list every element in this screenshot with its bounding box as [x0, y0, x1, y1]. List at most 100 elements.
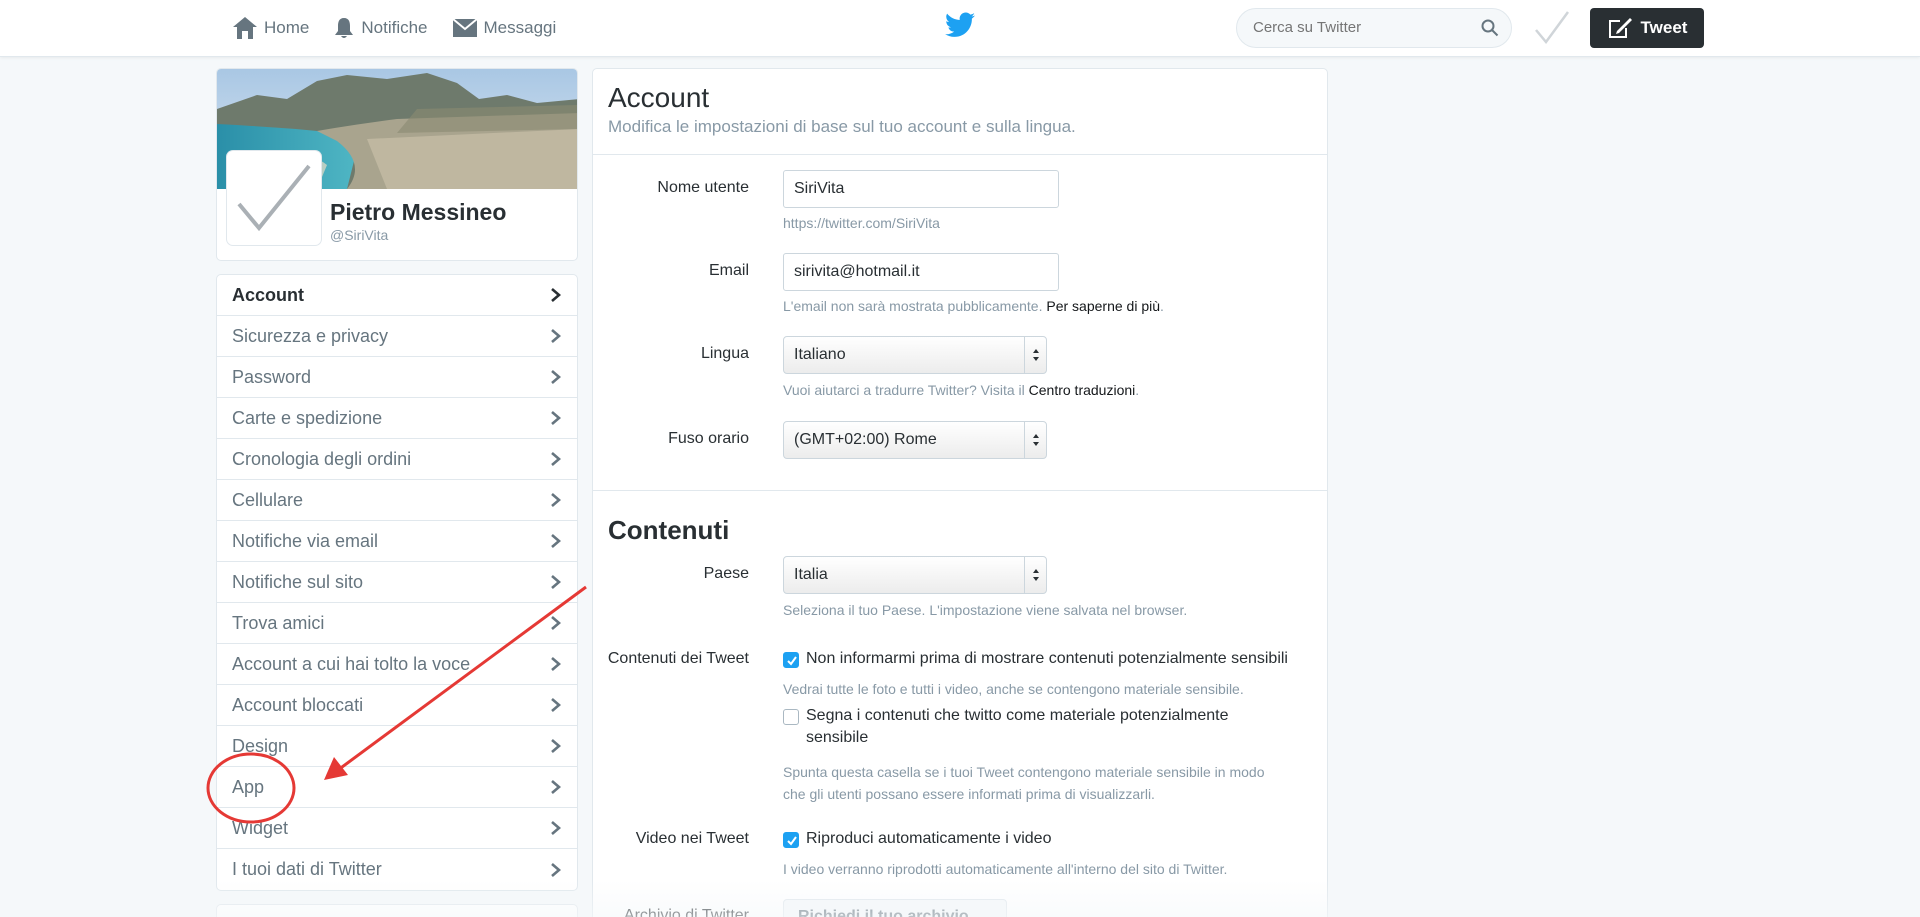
checkmark-avatar-icon — [237, 164, 311, 232]
chevron-right-icon — [551, 780, 561, 794]
menu-item-muted-accounts[interactable]: Account a cui hai tolto la voce — [217, 644, 577, 685]
menu-item-account[interactable]: Account — [217, 275, 577, 316]
chevron-right-icon — [551, 493, 561, 507]
autoplay-video-label[interactable]: Riproduci automaticamente i video — [806, 828, 1051, 850]
language-hint-end: . — [1135, 382, 1140, 398]
chevron-right-icon — [551, 534, 561, 548]
nav-home-label: Home — [264, 18, 310, 37]
compose-icon — [1608, 18, 1632, 38]
select-arrows-icon — [1024, 557, 1046, 593]
menu-item-apps[interactable]: App — [217, 767, 577, 808]
profile-handle[interactable]: @SiriVita — [330, 227, 388, 243]
account-settings-panel: Account Modifica le impostazioni di base… — [592, 68, 1328, 917]
profile-avatar[interactable] — [227, 151, 321, 245]
mark-sensitive-label[interactable]: Segna i contenuti che twitto come materi… — [806, 705, 1228, 749]
home-icon — [233, 17, 257, 39]
menu-item-label: App — [232, 776, 265, 797]
language-select[interactable]: Italiano — [783, 336, 1047, 374]
menu-item-cards-shipping[interactable]: Carte e spedizione — [217, 398, 577, 439]
envelope-icon — [451, 18, 478, 37]
sidebar-footer-card — [216, 904, 578, 917]
content-section-title: Contenuti — [608, 515, 730, 545]
learn-more-link[interactable]: Per saperne di più — [1046, 298, 1160, 314]
username-input[interactable] — [783, 170, 1059, 208]
menu-item-label: Design — [232, 735, 289, 756]
menu-item-your-twitter-data[interactable]: I tuoi dati di Twitter — [217, 849, 577, 890]
timezone-select[interactable]: (GMT+02:00) Rome — [783, 421, 1047, 459]
menu-item-label: I tuoi dati di Twitter — [232, 859, 382, 879]
nav-home[interactable]: Home — [232, 12, 309, 44]
chevron-right-icon — [551, 452, 561, 466]
archive-label: Archivio di Twitter — [623, 907, 749, 917]
profile-card[interactable]: Pietro Messineo @SiriVita — [216, 68, 578, 261]
sensitive-media-hint: Vedrai tutte le foto e tutti i video, an… — [783, 681, 1244, 697]
country-select[interactable]: Italia — [783, 556, 1047, 594]
menu-item-web-notifications[interactable]: Notifiche sul sito — [217, 562, 577, 603]
tweet-button[interactable]: Tweet — [1590, 8, 1704, 48]
menu-item-label: Carte e spedizione — [232, 407, 383, 428]
chevron-right-icon — [551, 739, 561, 753]
chevron-right-icon — [551, 329, 561, 343]
mark-sensitive-label-line1: Segna i contenuti che twitto come materi… — [806, 707, 1229, 724]
mark-sensitive-label-line2: sensibile — [806, 729, 869, 746]
nav-avatar[interactable] — [1533, 10, 1571, 51]
menu-item-widgets[interactable]: Widget — [217, 808, 577, 849]
country-label: Paese — [703, 565, 749, 582]
section-divider — [593, 490, 1327, 491]
language-selected-value: Italiano — [794, 346, 846, 363]
menu-item-find-friends[interactable]: Trova amici — [217, 603, 577, 644]
menu-item-order-history[interactable]: Cronologia degli ordini — [217, 439, 577, 480]
sensitive-media-label[interactable]: Non informarmi prima di mostrare contenu… — [806, 648, 1288, 670]
timezone-selected-value: (GMT+02:00) Rome — [794, 431, 937, 448]
menu-item-label: Notifiche via email — [232, 530, 379, 551]
top-navigation-bar: Home Notifiche Messaggi Tweet — [0, 0, 1920, 57]
autoplay-video-checkbox[interactable] — [783, 832, 799, 848]
chevron-right-icon — [551, 288, 561, 302]
nav-notifications[interactable]: Notifiche — [333, 12, 428, 44]
panel-header: Account Modifica le impostazioni di base… — [593, 69, 1327, 155]
video-label: Video nei Tweet — [635, 830, 749, 847]
settings-menu: Account Sicurezza e privacy Password Car… — [216, 274, 578, 891]
email-input[interactable] — [783, 253, 1059, 291]
nav-messages[interactable]: Messaggi — [451, 12, 557, 44]
sensitive-media-checkbox[interactable] — [783, 652, 799, 668]
email-label: Email — [708, 262, 749, 279]
tweet-button-label: Tweet — [1640, 18, 1688, 37]
request-archive-button[interactable]: Richiedi il tuo archivio — [783, 899, 1007, 917]
checkmark-avatar-icon — [1535, 11, 1570, 45]
menu-item-mobile[interactable]: Cellulare — [217, 480, 577, 521]
menu-item-design[interactable]: Design — [217, 726, 577, 767]
country-selected-value: Italia — [794, 566, 828, 583]
bell-icon — [335, 18, 354, 38]
search-input[interactable] — [1253, 19, 1473, 36]
timezone-label: Fuso orario — [668, 430, 749, 447]
username-hint: https://twitter.com/SiriVita — [783, 215, 940, 231]
chevron-right-icon — [551, 370, 561, 384]
profile-name[interactable]: Pietro Messineo — [330, 199, 506, 226]
search-box[interactable] — [1236, 8, 1512, 48]
translation-center-link[interactable]: Centro traduzioni — [1029, 382, 1136, 398]
mark-sensitive-hint: Spunta questa casella se i tuoi Tweet co… — [783, 761, 1265, 805]
chevron-right-icon — [551, 575, 561, 589]
menu-item-email-notifications[interactable]: Notifiche via email — [217, 521, 577, 562]
mark-sensitive-hint-line1: Spunta questa casella se i tuoi Tweet co… — [783, 764, 1265, 780]
chevron-right-icon — [551, 411, 561, 425]
menu-item-security-privacy[interactable]: Sicurezza e privacy — [217, 316, 577, 357]
search-icon[interactable] — [1481, 19, 1499, 37]
email-hint-text: L'email non sarà mostrata pubblicamente. — [783, 298, 1043, 314]
page-title: Account — [608, 82, 710, 113]
nav-messages-label: Messaggi — [483, 18, 557, 37]
menu-item-label: Widget — [232, 817, 289, 838]
username-label: Nome utente — [657, 179, 749, 196]
select-arrows-icon — [1024, 337, 1046, 373]
nav-notifications-label: Notifiche — [361, 18, 428, 37]
country-hint: Seleziona il tuo Paese. L'impostazione v… — [783, 602, 1188, 618]
select-arrows-icon — [1024, 422, 1046, 458]
check-icon — [787, 836, 797, 846]
menu-item-label: Sicurezza e privacy — [232, 325, 389, 346]
mark-sensitive-checkbox[interactable] — [783, 709, 799, 725]
menu-item-password[interactable]: Password — [217, 357, 577, 398]
menu-item-blocked-accounts[interactable]: Account bloccati — [217, 685, 577, 726]
tweet-content-label: Contenuti dei Tweet — [607, 650, 749, 667]
twitter-logo[interactable] — [945, 12, 975, 43]
